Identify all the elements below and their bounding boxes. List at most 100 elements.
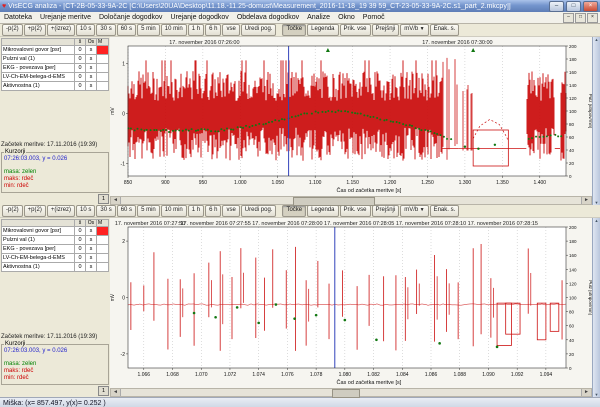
channel-flag-cell[interactable] — [97, 73, 109, 82]
channel-flag-cell[interactable] — [97, 82, 109, 91]
toolbar-button-5-min[interactable]: 5 min — [137, 205, 160, 217]
toolbar-button--p-2-[interactable]: +p(2) — [24, 24, 46, 36]
mdi-close-button[interactable]: × — [587, 13, 598, 23]
scroll-right-icon[interactable]: ► — [581, 197, 591, 204]
toolbar-button-10-s[interactable]: 10 s — [76, 205, 95, 217]
channel-flag-cell[interactable] — [97, 46, 109, 55]
svg-text:200: 200 — [569, 225, 577, 230]
toolbar-button-60-s[interactable]: 60 s — [117, 24, 136, 36]
svg-text:1.074: 1.074 — [252, 372, 265, 378]
toolbar-button--p-2-[interactable]: +p(2) — [24, 205, 46, 217]
channel-row[interactable]: Aktivnostna (1)0s — [2, 82, 109, 91]
channel-flag-cell[interactable] — [97, 245, 109, 254]
menu-urejanje-dogodkov[interactable]: Urejanje dogodkov — [166, 14, 232, 21]
toolbar-button-vse[interactable]: vse — [222, 24, 239, 36]
channel-row[interactable]: Aktivnostna (1)0s — [2, 263, 109, 272]
channel-table-header — [2, 220, 75, 227]
toolbar-button-30-s[interactable]: 30 s — [96, 24, 115, 36]
menu-pomoč[interactable]: Pomoč — [359, 14, 389, 21]
channel-row[interactable]: LV-Ch-EM-belega-d-EMS0s — [2, 73, 109, 82]
page-button[interactable]: 1 — [98, 194, 109, 204]
channel-unit: s — [86, 46, 97, 55]
toolbar-button--p-2-[interactable]: -p(2) — [2, 205, 23, 217]
toolbar-button-uredi-pog-[interactable]: Uredi pog. — [241, 24, 277, 36]
toolbar-button-legenda[interactable]: Legenda — [307, 205, 338, 217]
scroll-thumb[interactable] — [293, 197, 375, 206]
toolbar-button-to-ke[interactable]: Točke — [282, 24, 306, 36]
v-scrollbar-top[interactable]: ▲ ▼ — [592, 37, 600, 205]
toolbar-button--izrez-[interactable]: +(izrez) — [47, 24, 75, 36]
toolbar-button-1-h[interactable]: 1 h — [188, 205, 204, 217]
channel-flag-cell[interactable] — [97, 263, 109, 272]
h-scrollbar-top[interactable]: ◄ ► — [110, 196, 592, 205]
scroll-up-icon[interactable]: ▲ — [593, 218, 600, 223]
svg-text:1.072: 1.072 — [224, 372, 237, 378]
toolbar-button-prik-vse[interactable]: Prik. vse — [340, 24, 371, 36]
channel-row[interactable]: LV-Ch-EM-belega-d-EMS0s — [2, 254, 109, 263]
toolbar-button--p-2-[interactable]: -p(2) — [2, 24, 23, 36]
channel-flag-cell[interactable] — [97, 236, 109, 245]
toolbar-button-10-min[interactable]: 10 min — [161, 205, 187, 217]
channel-flag-cell[interactable] — [97, 55, 109, 64]
signal-chart-bottom[interactable]: 20-2mV200180160140120100806040200Pulz [u… — [110, 218, 592, 388]
channel-row[interactable]: Pulzni val (1)0s — [2, 236, 109, 245]
channel-flag-cell[interactable] — [97, 254, 109, 263]
channel-table-header — [2, 39, 75, 46]
channel-unit: s — [86, 64, 97, 73]
mdi-minimize-button[interactable]: – — [563, 13, 574, 23]
scroll-left-icon[interactable]: ◄ — [111, 197, 121, 204]
menu-datoteka[interactable]: Datoteka — [0, 14, 36, 21]
channel-flag-cell[interactable] — [97, 227, 109, 236]
toolbar-button-5-min[interactable]: 5 min — [137, 24, 160, 36]
v-scrollbar-bottom[interactable]: ▲ ▼ — [592, 218, 600, 397]
svg-text:1.094: 1.094 — [540, 372, 553, 378]
toolbar-button-60-s[interactable]: 60 s — [117, 205, 136, 217]
channel-row[interactable]: Mikrovalovni govor [psr]0s — [2, 46, 109, 55]
toolbar-button-10-min[interactable]: 10 min — [161, 24, 187, 36]
toolbar-button-30-s[interactable]: 30 s — [96, 205, 115, 217]
toolbar-button-6-h[interactable]: 6 h — [205, 24, 221, 36]
toolbar-button-legenda[interactable]: Legenda — [307, 24, 338, 36]
scroll-thumb[interactable] — [332, 389, 360, 398]
menu-urejanje-meritve[interactable]: Urejanje meritve — [36, 14, 95, 21]
toolbar-button-mv-b[interactable]: mV/b ▼ — [400, 24, 428, 36]
menu-okno[interactable]: Okno — [334, 14, 359, 21]
menu-analize[interactable]: Analize — [303, 14, 334, 21]
channel-row[interactable]: Mikrovalovni govor [psr]0s — [2, 227, 109, 236]
scroll-up-icon[interactable]: ▲ — [593, 37, 600, 42]
menu-določanje-dogodkov[interactable]: Določanje dogodkov — [95, 14, 166, 21]
page-button[interactable]: 1 — [98, 386, 109, 396]
h-scrollbar-bottom[interactable]: ◄ ► — [110, 388, 592, 397]
maximize-button[interactable]: □ — [566, 1, 581, 12]
toolbar-button-10-s[interactable]: 10 s — [76, 24, 95, 36]
channel-row[interactable]: Pulzni val (1)0s — [2, 55, 109, 64]
toolbar-button-prej-nji[interactable]: Prejšnji — [372, 205, 400, 217]
toolbar-button-vse[interactable]: vse — [222, 205, 239, 217]
svg-text:17. november 2016 07:26:00: 17. november 2016 07:26:00 — [169, 40, 239, 46]
measurement-panel-top: -p(2)+p(2)+(izrez)10 s30 s60 s5 min10 mi… — [0, 24, 600, 205]
scroll-down-icon[interactable]: ▼ — [593, 200, 600, 205]
toolbar-button-enak-s-[interactable]: Enak. s. — [430, 24, 460, 36]
close-button[interactable]: × — [583, 1, 598, 12]
channel-name: EKG - povezava [per] — [2, 64, 75, 73]
toolbar-button-uredi-pog-[interactable]: Uredi pog. — [241, 205, 277, 217]
toolbar-button-prej-nji[interactable]: Prejšnji — [372, 24, 400, 36]
toolbar-button-1-h[interactable]: 1 h — [188, 24, 204, 36]
channel-unit: s — [86, 82, 97, 91]
signal-chart-top[interactable]: 10-1mV200180160140120100806040200Pulz [u… — [110, 37, 592, 196]
scroll-down-icon[interactable]: ▼ — [593, 392, 600, 397]
channel-row[interactable]: EKG - povezava [per]0s — [2, 245, 109, 254]
toolbar-button-mv-b[interactable]: mV/b ▼ — [400, 205, 428, 217]
toolbar-button-prik-vse[interactable]: Prik. vse — [340, 205, 371, 217]
toolbar-button-to-ke[interactable]: Točke — [282, 205, 306, 217]
toolbar-button-6-h[interactable]: 6 h — [205, 205, 221, 217]
toolbar-button-enak-s-[interactable]: Enak. s. — [430, 205, 460, 217]
channel-row[interactable]: EKG - povezava [per]0s — [2, 64, 109, 73]
menu-obdelava-dogodkov[interactable]: Obdelava dogodkov — [233, 14, 303, 21]
minimize-button[interactable]: – — [549, 1, 564, 12]
channel-flag-cell[interactable] — [97, 64, 109, 73]
toolbar-button--izrez-[interactable]: +(izrez) — [47, 205, 75, 217]
scroll-left-icon[interactable]: ◄ — [111, 389, 121, 396]
mdi-restore-button[interactable]: □ — [575, 13, 586, 23]
scroll-right-icon[interactable]: ► — [581, 389, 591, 396]
